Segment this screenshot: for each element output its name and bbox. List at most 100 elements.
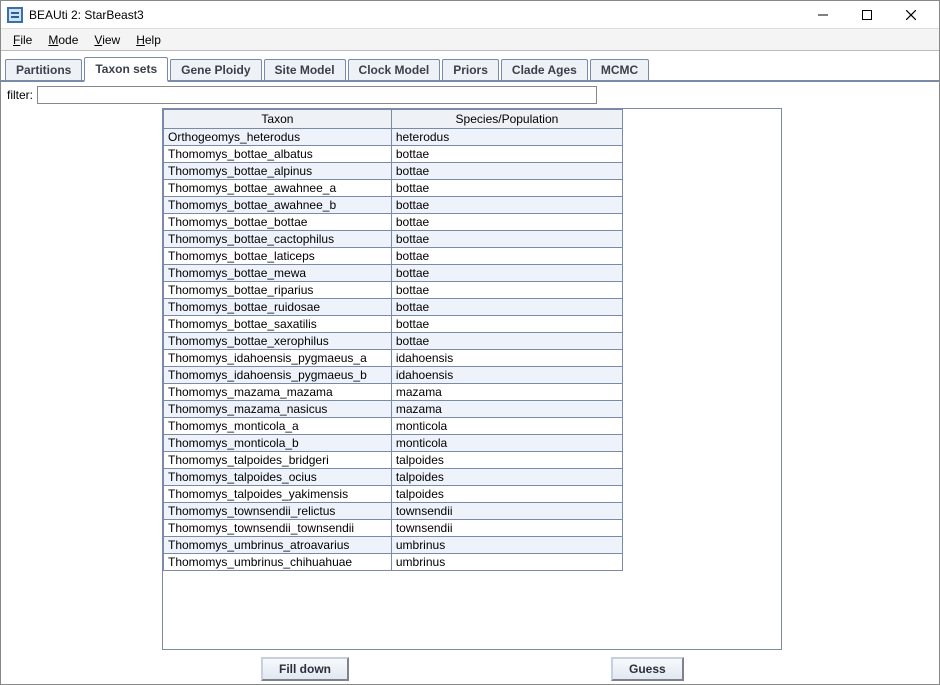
- taxon-table[interactable]: Taxon Species/Population Orthogeomys_het…: [163, 109, 623, 571]
- cell-taxon[interactable]: Thomomys_talpoides_bridgeri: [164, 452, 392, 469]
- cell-taxon[interactable]: Thomomys_idahoensis_pygmaeus_b: [164, 367, 392, 384]
- table-row[interactable]: Thomomys_monticola_bmonticola: [164, 435, 623, 452]
- cell-species[interactable]: bottae: [391, 265, 622, 282]
- cell-species[interactable]: townsendii: [391, 503, 622, 520]
- cell-taxon[interactable]: Thomomys_bottae_ruidosae: [164, 299, 392, 316]
- cell-species[interactable]: bottae: [391, 299, 622, 316]
- tab-site-model[interactable]: Site Model: [264, 59, 346, 80]
- cell-species[interactable]: bottae: [391, 248, 622, 265]
- maximize-button[interactable]: [845, 2, 889, 28]
- cell-species[interactable]: bottae: [391, 231, 622, 248]
- cell-species[interactable]: bottae: [391, 333, 622, 350]
- cell-taxon[interactable]: Thomomys_monticola_a: [164, 418, 392, 435]
- cell-species[interactable]: monticola: [391, 418, 622, 435]
- tab-taxon-sets[interactable]: Taxon sets: [84, 57, 168, 82]
- cell-taxon[interactable]: Thomomys_bottae_albatus: [164, 146, 392, 163]
- minimize-button[interactable]: [801, 2, 845, 28]
- cell-taxon[interactable]: Thomomys_monticola_b: [164, 435, 392, 452]
- table-row[interactable]: Thomomys_talpoides_bridgeritalpoides: [164, 452, 623, 469]
- table-row[interactable]: Thomomys_bottae_cactophilusbottae: [164, 231, 623, 248]
- cell-species[interactable]: umbrinus: [391, 537, 622, 554]
- cell-taxon[interactable]: Thomomys_bottae_mewa: [164, 265, 392, 282]
- cell-taxon[interactable]: Thomomys_idahoensis_pygmaeus_a: [164, 350, 392, 367]
- cell-taxon[interactable]: Thomomys_bottae_xerophilus: [164, 333, 392, 350]
- menu-item-view[interactable]: View: [88, 31, 126, 49]
- cell-taxon[interactable]: Thomomys_umbrinus_chihuahuae: [164, 554, 392, 571]
- table-row[interactable]: Thomomys_bottae_mewabottae: [164, 265, 623, 282]
- cell-taxon[interactable]: Thomomys_bottae_awahnee_b: [164, 197, 392, 214]
- cell-taxon[interactable]: Thomomys_townsendii_townsendii: [164, 520, 392, 537]
- menu-item-help[interactable]: Help: [130, 31, 167, 49]
- table-row[interactable]: Thomomys_talpoides_yakimensistalpoides: [164, 486, 623, 503]
- fill-down-button[interactable]: Fill down: [261, 657, 349, 681]
- table-row[interactable]: Thomomys_umbrinus_chihuahuaeumbrinus: [164, 554, 623, 571]
- cell-species[interactable]: bottae: [391, 214, 622, 231]
- cell-taxon[interactable]: Thomomys_bottae_alpinus: [164, 163, 392, 180]
- table-row[interactable]: Thomomys_bottae_albatusbottae: [164, 146, 623, 163]
- cell-species[interactable]: mazama: [391, 401, 622, 418]
- cell-taxon[interactable]: Thomomys_bottae_awahnee_a: [164, 180, 392, 197]
- cell-species[interactable]: talpoides: [391, 452, 622, 469]
- table-row[interactable]: Thomomys_bottae_bottaebottae: [164, 214, 623, 231]
- table-row[interactable]: Thomomys_bottae_awahnee_bbottae: [164, 197, 623, 214]
- cell-taxon[interactable]: Thomomys_townsendii_relictus: [164, 503, 392, 520]
- cell-species[interactable]: townsendii: [391, 520, 622, 537]
- cell-species[interactable]: monticola: [391, 435, 622, 452]
- tab-clock-model[interactable]: Clock Model: [348, 59, 441, 80]
- close-button[interactable]: [889, 2, 933, 28]
- cell-species[interactable]: umbrinus: [391, 554, 622, 571]
- cell-species[interactable]: talpoides: [391, 486, 622, 503]
- table-row[interactable]: Thomomys_bottae_xerophilusbottae: [164, 333, 623, 350]
- column-header-taxon[interactable]: Taxon: [164, 110, 392, 129]
- cell-taxon[interactable]: Thomomys_bottae_laticeps: [164, 248, 392, 265]
- table-row[interactable]: Thomomys_townsendii_relictustownsendii: [164, 503, 623, 520]
- table-row[interactable]: Thomomys_bottae_ruidosaebottae: [164, 299, 623, 316]
- cell-taxon[interactable]: Thomomys_talpoides_yakimensis: [164, 486, 392, 503]
- cell-species[interactable]: idahoensis: [391, 350, 622, 367]
- tab-partitions[interactable]: Partitions: [5, 59, 82, 80]
- cell-species[interactable]: bottae: [391, 163, 622, 180]
- table-row[interactable]: Thomomys_umbrinus_atroavariusumbrinus: [164, 537, 623, 554]
- table-row[interactable]: Thomomys_mazama_mazamamazama: [164, 384, 623, 401]
- cell-species[interactable]: bottae: [391, 180, 622, 197]
- table-row[interactable]: Thomomys_idahoensis_pygmaeus_bidahoensis: [164, 367, 623, 384]
- cell-species[interactable]: bottae: [391, 197, 622, 214]
- cell-species[interactable]: bottae: [391, 146, 622, 163]
- filter-input[interactable]: [37, 86, 597, 104]
- table-row[interactable]: Thomomys_bottae_awahnee_abottae: [164, 180, 623, 197]
- titlebar-left: BEAUti 2: StarBeast3: [7, 7, 144, 23]
- cell-taxon[interactable]: Thomomys_bottae_bottae: [164, 214, 392, 231]
- cell-species[interactable]: bottae: [391, 282, 622, 299]
- cell-species[interactable]: talpoides: [391, 469, 622, 486]
- cell-species[interactable]: idahoensis: [391, 367, 622, 384]
- tab-mcmc[interactable]: MCMC: [590, 59, 649, 80]
- cell-taxon[interactable]: Thomomys_umbrinus_atroavarius: [164, 537, 392, 554]
- table-row[interactable]: Thomomys_bottae_saxatilisbottae: [164, 316, 623, 333]
- table-row[interactable]: Thomomys_bottae_ripariusbottae: [164, 282, 623, 299]
- tab-clade-ages[interactable]: Clade Ages: [501, 59, 588, 80]
- menu-item-file[interactable]: File: [7, 31, 38, 49]
- table-row[interactable]: Thomomys_townsendii_townsendiitownsendii: [164, 520, 623, 537]
- cell-taxon[interactable]: Thomomys_bottae_cactophilus: [164, 231, 392, 248]
- cell-taxon[interactable]: Orthogeomys_heterodus: [164, 129, 392, 146]
- table-row[interactable]: Thomomys_bottae_alpinusbottae: [164, 163, 623, 180]
- menu-item-mode[interactable]: Mode: [42, 31, 84, 49]
- cell-taxon[interactable]: Thomomys_talpoides_ocius: [164, 469, 392, 486]
- table-row[interactable]: Thomomys_monticola_amonticola: [164, 418, 623, 435]
- tab-priors[interactable]: Priors: [442, 59, 499, 80]
- table-row[interactable]: Thomomys_bottae_laticepsbottae: [164, 248, 623, 265]
- cell-taxon[interactable]: Thomomys_bottae_saxatilis: [164, 316, 392, 333]
- table-row[interactable]: Orthogeomys_heterodusheterodus: [164, 129, 623, 146]
- cell-taxon[interactable]: Thomomys_mazama_nasicus: [164, 401, 392, 418]
- cell-species[interactable]: bottae: [391, 316, 622, 333]
- table-row[interactable]: Thomomys_idahoensis_pygmaeus_aidahoensis: [164, 350, 623, 367]
- table-row[interactable]: Thomomys_mazama_nasicusmazama: [164, 401, 623, 418]
- cell-taxon[interactable]: Thomomys_bottae_riparius: [164, 282, 392, 299]
- cell-species[interactable]: heterodus: [391, 129, 622, 146]
- cell-taxon[interactable]: Thomomys_mazama_mazama: [164, 384, 392, 401]
- tab-gene-ploidy[interactable]: Gene Ploidy: [170, 59, 261, 80]
- guess-button[interactable]: Guess: [611, 657, 684, 681]
- column-header-species[interactable]: Species/Population: [391, 110, 622, 129]
- cell-species[interactable]: mazama: [391, 384, 622, 401]
- table-row[interactable]: Thomomys_talpoides_ociustalpoides: [164, 469, 623, 486]
